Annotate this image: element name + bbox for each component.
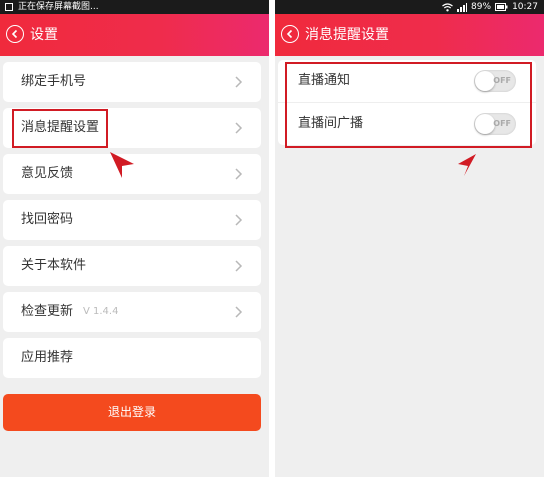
notification-settings-screen: 89% 10:27 消息提醒设置 直播通知 OFF 直播间广播 OFF [275,0,544,477]
settings-screen: 正在保存屏幕截图... 设置 绑定手机号 消息提醒设置 意见反馈 找回密码 关于… [0,0,269,477]
menu-item-check-update[interactable]: 检查更新 V 1.4.4 [3,292,261,332]
status-bar: 正在保存屏幕截图... [0,0,269,14]
signal-icon [457,2,468,12]
battery-icon [495,3,508,11]
status-bar: 89% 10:27 [275,0,544,14]
menu-item-label: 检查更新 [21,304,74,319]
chevron-right-icon [235,122,243,134]
back-button[interactable] [281,25,299,43]
pointer-arrow-icon [110,152,134,178]
menu-item-label: 找回密码 [21,212,74,227]
back-icon [286,29,293,39]
page-title: 设置 [30,27,58,43]
menu-item-label: 意见反馈 [21,166,74,181]
page-title: 消息提醒设置 [305,27,389,43]
menu-item-label: 关于本软件 [21,258,87,273]
menu-item-recover-password[interactable]: 找回密码 [3,200,261,240]
app-bar: 设置 [0,14,269,56]
logout-button[interactable]: 退出登录 [3,394,261,431]
chevron-right-icon [235,214,243,226]
back-button[interactable] [6,25,24,43]
screenshot-icon [5,3,13,11]
clock: 10:27 [512,2,538,12]
chevron-right-icon [235,260,243,272]
app-bar: 消息提醒设置 [275,14,544,56]
highlight-box [285,62,532,148]
chevron-right-icon [235,306,243,318]
back-icon [11,29,18,39]
menu-item-app-recommend[interactable]: 应用推荐 [3,338,261,378]
chevron-right-icon [235,168,243,180]
version-text: V 1.4.4 [83,306,119,317]
menu-item-label: 绑定手机号 [21,74,87,89]
menu-item-bind-phone[interactable]: 绑定手机号 [3,62,261,102]
pointer-arrow-icon [458,154,476,176]
menu-item-label: 应用推荐 [21,350,74,365]
menu-item-about[interactable]: 关于本软件 [3,246,261,286]
wifi-icon [442,2,453,11]
status-text: 正在保存屏幕截图... [18,2,99,12]
highlight-box [12,109,108,148]
chevron-right-icon [235,76,243,88]
battery-percent: 89% [471,2,492,12]
